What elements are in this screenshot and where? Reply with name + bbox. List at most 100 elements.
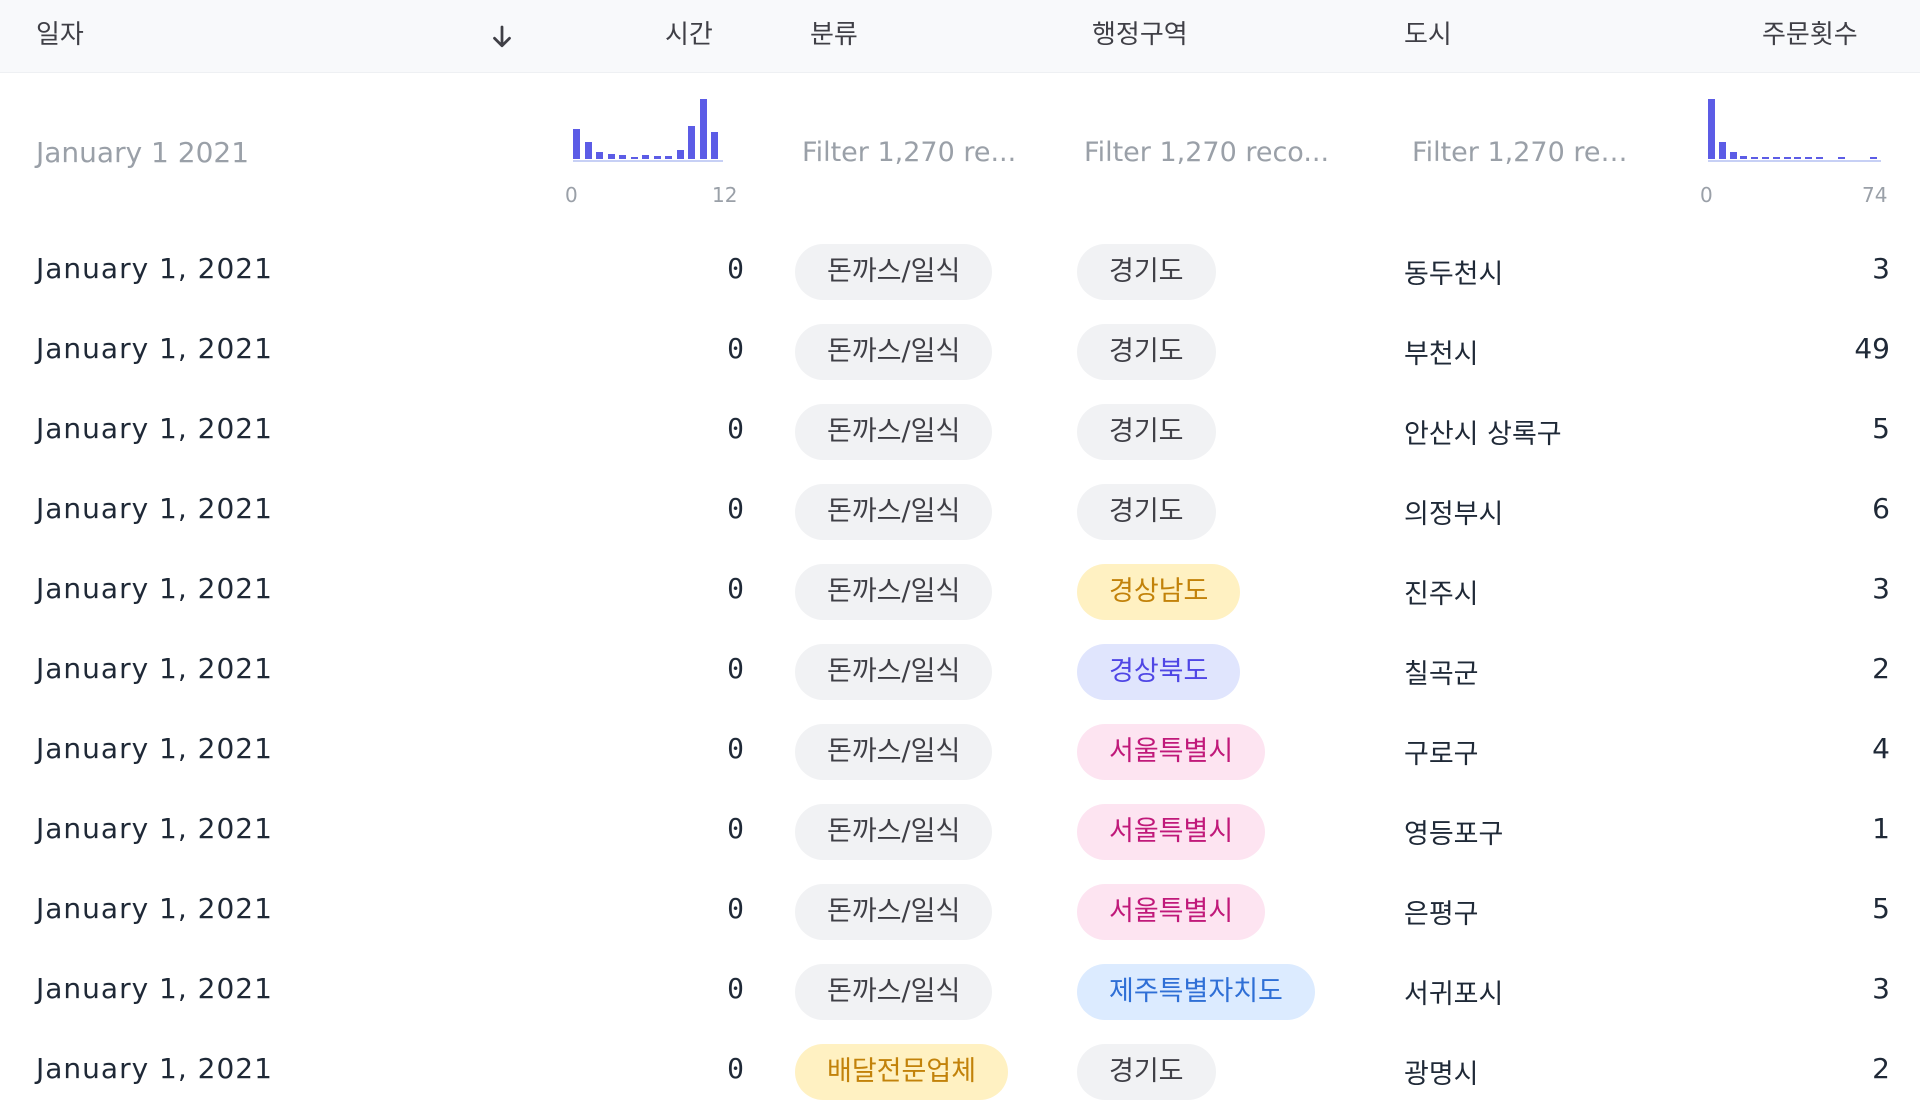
histogram-axis (1708, 160, 1881, 162)
time-cell: 0 (727, 1052, 744, 1085)
orders-cell: 3 (1872, 572, 1890, 605)
histogram-bar (1751, 157, 1759, 159)
histogram-bar (1708, 99, 1715, 159)
histogram-bar (1816, 157, 1823, 159)
city-cell: 은평구 (1404, 899, 1479, 930)
column-header-city[interactable]: 도시 (1404, 0, 1452, 72)
orders-histogram-filter[interactable] (1708, 96, 1888, 186)
histogram-axis (573, 160, 723, 162)
time-hist-min: 0 (565, 183, 578, 207)
time-cell: 0 (727, 572, 744, 605)
orders-hist-max: 74 (1862, 183, 1888, 207)
time-cell: 0 (727, 332, 744, 365)
city-cell: 안산시 상록구 (1404, 419, 1562, 450)
category-pill: 배달전문업체 (795, 1044, 1009, 1100)
table-row[interactable]: January 1, 2021 0 돈까스/일식 경기도 안산시 상록구 5 (0, 392, 1920, 472)
date-cell: January 1, 2021 (36, 572, 273, 605)
category-pill: 돈까스/일식 (795, 964, 993, 1020)
category-pill: 돈까스/일식 (795, 484, 993, 540)
histogram-bar (1740, 156, 1748, 159)
histogram-bar (573, 129, 580, 159)
histogram-bar (1837, 157, 1845, 159)
region-filter-input[interactable]: Filter 1,270 reco... (1084, 135, 1334, 171)
region-pill: 경기도 (1077, 244, 1216, 300)
histogram-bar (1762, 157, 1769, 159)
orders-cell: 3 (1872, 972, 1890, 1005)
city-filter-input[interactable]: Filter 1,270 rec... (1412, 135, 1637, 171)
orders-cell: 4 (1872, 732, 1890, 765)
orders-cell: 3 (1872, 252, 1890, 285)
city-cell: 구로구 (1404, 739, 1479, 770)
orders-cell: 5 (1872, 412, 1890, 445)
category-pill: 돈까스/일식 (795, 324, 993, 380)
region-pill: 경기도 (1077, 1044, 1216, 1100)
region-pill: 서울특별시 (1077, 884, 1266, 940)
histogram-bar (1805, 157, 1813, 159)
histogram-bar (1783, 157, 1791, 159)
time-histogram-filter[interactable] (573, 96, 738, 186)
date-cell: January 1, 2021 (36, 492, 273, 525)
histogram-bar (699, 99, 707, 159)
city-cell: 진주시 (1404, 579, 1479, 610)
table-row[interactable]: January 1, 2021 0 돈까스/일식 서울특별시 구로구 4 (0, 712, 1920, 792)
region-pill: 경기도 (1077, 404, 1216, 460)
date-cell: January 1, 2021 (36, 412, 273, 445)
time-cell: 0 (727, 252, 744, 285)
histogram-bar (688, 126, 695, 159)
region-pill: 경기도 (1077, 324, 1216, 380)
table-row[interactable]: January 1, 2021 0 돈까스/일식 경기도 부천시 49 (0, 312, 1920, 392)
table-row[interactable]: January 1, 2021 0 돈까스/일식 제주특별자치도 서귀포시 3 (0, 952, 1920, 1032)
histogram-bar (619, 155, 626, 159)
column-header-orders[interactable]: 주문횟수 (1762, 0, 1858, 72)
histogram-bar (665, 156, 672, 159)
category-pill: 돈까스/일식 (795, 404, 993, 460)
table-row[interactable]: January 1, 2021 0 돈까스/일식 서울특별시 영등포구 1 (0, 792, 1920, 872)
region-pill: 경상남도 (1077, 564, 1241, 620)
date-cell: January 1, 2021 (36, 252, 273, 285)
column-header-time[interactable]: 시간 (665, 0, 713, 72)
histogram-bar (630, 157, 638, 159)
orders-cell: 1 (1872, 812, 1890, 845)
arrow-down-icon[interactable] (487, 22, 517, 52)
date-filter[interactable]: January 1 2021 (36, 136, 249, 169)
orders-cell: 2 (1872, 652, 1890, 685)
city-cell: 서귀포시 (1404, 979, 1504, 1010)
table-row[interactable]: January 1, 2021 0 배달전문업체 경기도 광명시 2 (0, 1032, 1920, 1112)
histogram-bar (584, 142, 592, 159)
column-header-category[interactable]: 분류 (810, 0, 858, 72)
city-cell: 영등포구 (1404, 819, 1504, 850)
date-cell: January 1, 2021 (36, 652, 273, 685)
orders-cell: 49 (1854, 332, 1890, 365)
region-pill: 서울특별시 (1077, 804, 1266, 860)
column-header-row: 일자 시간 분류 행정구역 도시 주문횟수 (0, 0, 1920, 73)
histogram-bar (1718, 142, 1726, 159)
table-row[interactable]: January 1, 2021 0 돈까스/일식 경기도 동두천시 3 (0, 232, 1920, 312)
time-hist-max: 12 (712, 183, 738, 207)
histogram-bar (1870, 157, 1877, 159)
city-cell: 의정부시 (1404, 499, 1504, 530)
category-filter-input[interactable]: Filter 1,270 re... (802, 135, 1022, 171)
table-row[interactable]: January 1, 2021 0 돈까스/일식 경기도 의정부시 6 (0, 472, 1920, 552)
table-row[interactable]: January 1, 2021 0 돈까스/일식 경상남도 진주시 3 (0, 552, 1920, 632)
table-row[interactable]: January 1, 2021 0 돈까스/일식 서울특별시 은평구 5 (0, 872, 1920, 952)
category-pill: 돈까스/일식 (795, 804, 993, 860)
histogram-bar (653, 156, 661, 159)
date-cell: January 1, 2021 (36, 812, 273, 845)
time-cell: 0 (727, 412, 744, 445)
city-cell: 칠곡군 (1404, 659, 1479, 690)
category-pill: 돈까스/일식 (795, 884, 993, 940)
table-row[interactable]: January 1, 2021 0 돈까스/일식 경상북도 칠곡군 2 (0, 632, 1920, 712)
date-cell: January 1, 2021 (36, 972, 273, 1005)
column-header-date[interactable]: 일자 (36, 0, 84, 72)
histogram-bar (596, 152, 603, 159)
table-body: January 1, 2021 0 돈까스/일식 경기도 동두천시 3 January 1,… (0, 232, 1920, 1112)
category-pill: 돈까스/일식 (795, 244, 993, 300)
histogram-bar (1729, 152, 1737, 159)
city-cell: 부천시 (1404, 339, 1479, 370)
date-cell: January 1, 2021 (36, 892, 273, 925)
data-grid: 일자 시간 분류 행정구역 도시 주문횟수 January 1 2021 0 1… (0, 0, 1920, 1100)
time-cell: 0 (727, 972, 744, 1005)
column-header-region[interactable]: 행정구역 (1092, 0, 1188, 72)
time-cell: 0 (727, 732, 744, 765)
histogram-bar (607, 154, 615, 159)
